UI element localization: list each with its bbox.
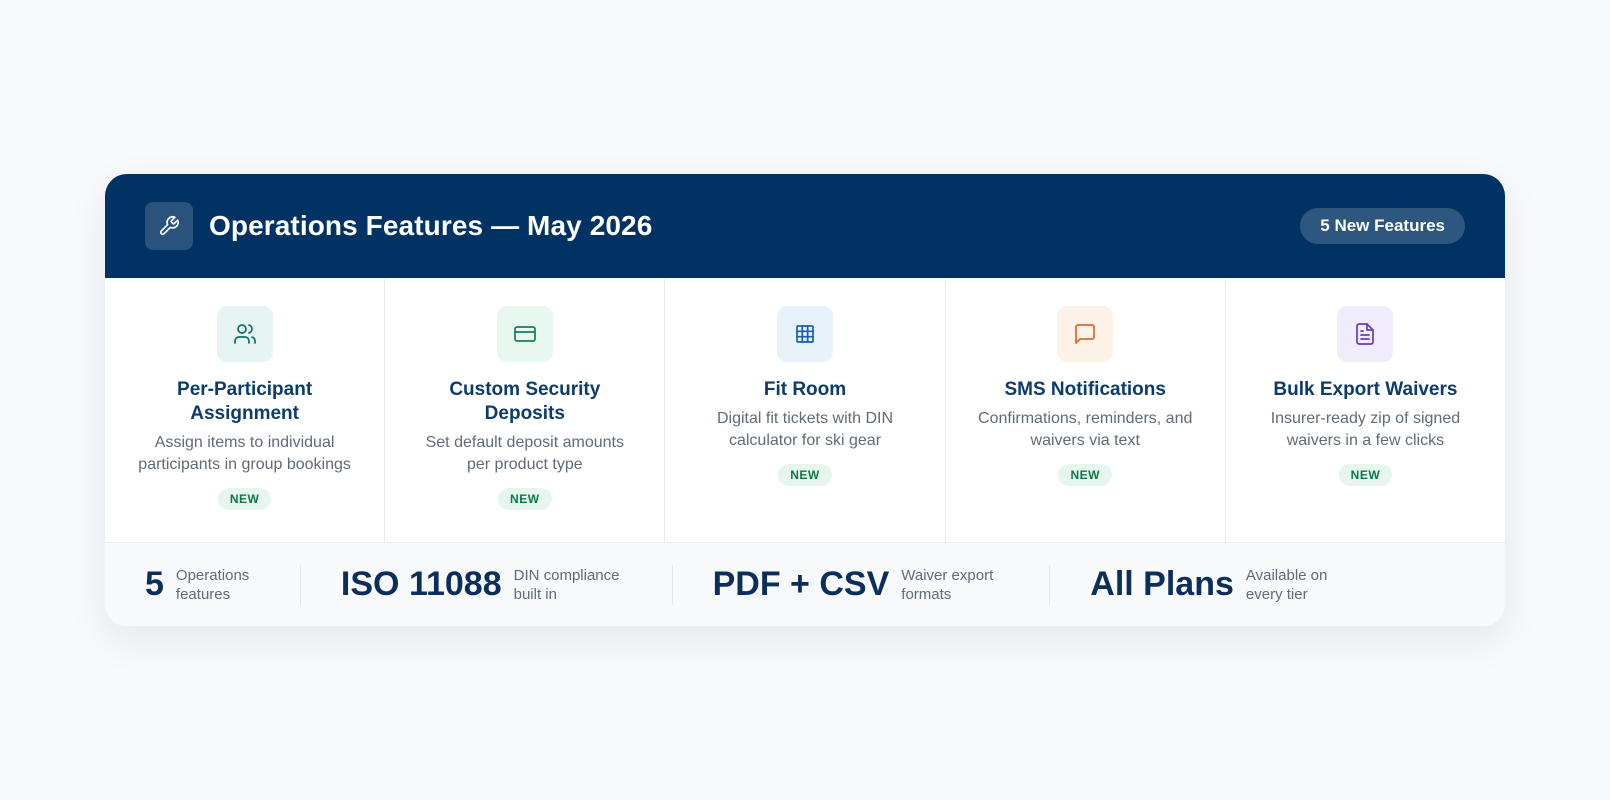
stat-label: Operations features xyxy=(175,566,250,603)
stat-divider xyxy=(671,564,673,605)
stat-label: Waiver export formats xyxy=(901,566,994,603)
message-icon xyxy=(1057,306,1114,362)
feature-description: Confirmations, reminders, and waivers vi… xyxy=(978,410,1193,449)
feature-title: Fit Room xyxy=(763,379,847,400)
new-badge: NEW xyxy=(498,488,552,510)
stat-value: PDF + CSV xyxy=(712,565,890,603)
stat-value: All Plans xyxy=(1090,565,1234,603)
release-card: Operations Features — May 2026 5 New Fea… xyxy=(105,174,1505,626)
page-title: Operations Features — May 2026 xyxy=(209,210,653,241)
stat-label: Available on every tier xyxy=(1245,566,1328,603)
users-icon xyxy=(216,306,273,362)
new-badge: NEW xyxy=(1058,464,1112,486)
stat-divider xyxy=(1049,564,1051,605)
wrench-icon xyxy=(145,202,193,250)
feature-title: Custom Security Deposits xyxy=(449,379,601,424)
document-icon xyxy=(1337,306,1394,362)
feature-title: Per-Participant Assignment xyxy=(177,379,313,424)
stats-bar: 5 Operations features ISO 11088 DIN comp… xyxy=(105,542,1505,626)
feature-title: Bulk Export Waivers xyxy=(1273,379,1458,400)
stat-all-plans: All Plans Available on every tier xyxy=(1090,565,1338,604)
feature-card-fit-room: Fit Room Digital fit tickets with DIN ca… xyxy=(665,278,946,542)
stat-label: DIN compliance built in xyxy=(513,566,620,603)
header-left: Operations Features — May 2026 xyxy=(145,202,652,250)
stat-value: 5 xyxy=(145,565,164,603)
feature-grid: Per-Participant Assignment Assign items … xyxy=(105,278,1505,542)
feature-description: Digital fit tickets with DIN calculator … xyxy=(716,410,894,449)
feature-card-custom-security-deposits: Custom Security Deposits Set default dep… xyxy=(385,278,666,542)
grid-icon xyxy=(777,306,833,362)
stat-operations-features: 5 Operations features xyxy=(145,565,262,604)
feature-card-per-participant-assignment: Per-Participant Assignment Assign items … xyxy=(105,278,386,542)
stat-export-formats: PDF + CSV Waiver export formats xyxy=(713,565,1010,604)
stat-din-compliance: ISO 11088 DIN compliance built in xyxy=(341,565,632,604)
stat-value: ISO 11088 xyxy=(340,565,502,603)
new-features-badge: 5 New Features xyxy=(1300,208,1465,244)
new-badge: NEW xyxy=(778,464,832,486)
feature-description: Insurer-ready zip of signed waivers in a… xyxy=(1270,410,1461,449)
feature-card-bulk-export-waivers: Bulk Export Waivers Insurer-ready zip of… xyxy=(1226,278,1505,542)
feature-description: Set default deposit amounts per product … xyxy=(425,434,624,473)
new-badge: NEW xyxy=(1338,464,1393,486)
new-badge: NEW xyxy=(217,488,272,510)
stat-divider xyxy=(299,564,301,605)
card-header: Operations Features — May 2026 5 New Fea… xyxy=(105,174,1505,278)
feature-description: Assign items to individual participants … xyxy=(138,434,351,473)
feature-card-sms-notifications: SMS Notifications Confirmations, reminde… xyxy=(946,278,1226,542)
credit-card-icon xyxy=(496,306,553,362)
feature-title: SMS Notifications xyxy=(1004,379,1166,400)
